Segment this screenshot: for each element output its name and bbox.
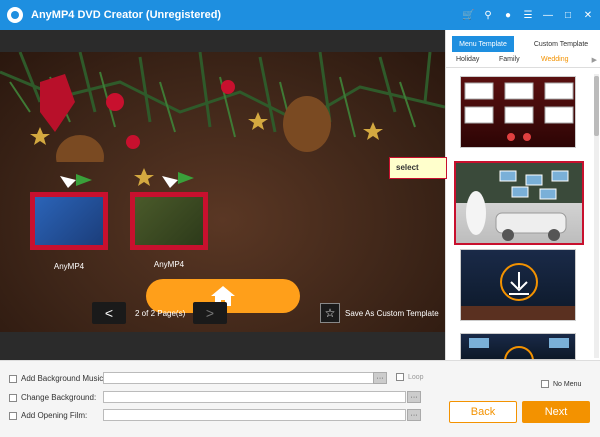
background-music-field[interactable] — [103, 372, 386, 384]
change-background-field[interactable] — [103, 391, 406, 403]
back-button[interactable]: Back — [449, 401, 517, 423]
menu-preview: AnyMP4 AnyMP4 < 2 of 2 Page(s) > ☆ Save … — [0, 30, 445, 360]
save-custom-template-link[interactable]: Save As Custom Template — [345, 309, 439, 318]
tab-custom-template[interactable]: Custom Template — [526, 36, 596, 52]
background-music-checkbox[interactable] — [9, 374, 17, 383]
category-family[interactable]: Family — [499, 56, 520, 63]
opening-film-field[interactable] — [103, 409, 406, 421]
key-icon[interactable]: ⚲ — [482, 10, 494, 21]
chapter-thumbnail-1[interactable] — [30, 192, 108, 250]
template-preview-1 — [464, 82, 574, 141]
select-tooltip: select — [389, 157, 447, 179]
loop-checkbox[interactable] — [396, 373, 404, 381]
cart-icon[interactable]: 🛒 — [462, 10, 474, 21]
chapter-thumbnail-2[interactable] — [130, 192, 208, 250]
thumbnail-label-1[interactable]: AnyMP4 — [30, 262, 108, 271]
template-thumbnail-holiday[interactable] — [460, 76, 576, 148]
no-menu-checkbox[interactable] — [541, 380, 549, 388]
opening-film-checkbox[interactable] — [9, 411, 17, 420]
no-menu-label: No Menu — [553, 380, 582, 388]
next-button[interactable]: Next — [522, 401, 590, 423]
template-thumbnail-wedding-selected[interactable] — [454, 161, 584, 245]
chat-icon[interactable]: ● — [502, 10, 514, 21]
christmas-branch-decoration — [0, 52, 445, 162]
loop-label: Loop — [408, 373, 424, 381]
titlebar-controls: 🛒 ⚲ ● ☰ — □ ✕ — [462, 0, 594, 30]
page-indicator: 2 of 2 Page(s) — [135, 309, 186, 318]
template-thumbnail-3[interactable] — [460, 249, 576, 321]
chevron-right-icon[interactable]: ▶ — [592, 56, 597, 64]
category-wedding[interactable]: Wedding — [541, 56, 569, 63]
flag-icon — [60, 174, 92, 188]
template-panel: Menu Template Custom Template Holiday Fa… — [445, 30, 600, 360]
tab-menu-template[interactable]: Menu Template — [452, 36, 514, 52]
previous-page-button[interactable]: < — [92, 302, 126, 324]
next-page-button[interactable]: > — [193, 302, 227, 324]
opening-film-label: Add Opening Film: — [21, 411, 88, 420]
option-opening-film: Add Opening Film: — [9, 411, 87, 420]
opening-film-browse-button[interactable]: ··· — [407, 409, 421, 421]
title-bar: AnyMP4 DVD Creator (Unregistered) 🛒 ⚲ ● … — [0, 0, 600, 30]
menu-icon[interactable]: ☰ — [522, 10, 534, 21]
thumbnail-image-2 — [135, 197, 203, 245]
no-menu-option: No Menu — [541, 380, 581, 388]
minimize-icon[interactable]: — — [542, 10, 554, 21]
template-preview-4 — [469, 338, 569, 359]
thumbnail-image-1 — [35, 197, 103, 245]
change-background-checkbox[interactable] — [9, 393, 17, 402]
category-holiday[interactable]: Holiday — [456, 56, 479, 63]
template-preview-2 — [456, 163, 582, 241]
background-music-label: Add Background Music: — [21, 374, 106, 383]
maximize-icon[interactable]: □ — [562, 10, 574, 21]
template-thumbnail-4[interactable] — [460, 333, 576, 360]
template-preview-3 — [461, 263, 575, 320]
change-background-label: Change Background: — [21, 393, 97, 402]
option-change-background: Change Background: — [9, 393, 96, 402]
star-icon[interactable]: ☆ — [320, 303, 340, 323]
app-logo-icon — [7, 7, 23, 23]
change-background-browse-button[interactable]: ··· — [407, 391, 421, 403]
category-row: Holiday Family Wedding ▶ — [446, 54, 600, 68]
preview-canvas: AnyMP4 AnyMP4 — [0, 52, 445, 332]
star-flag-icon — [134, 168, 194, 188]
thumbnail-label-2[interactable]: AnyMP4 — [130, 260, 208, 269]
scrollbar-thumb[interactable] — [594, 76, 599, 136]
close-icon[interactable]: ✕ — [582, 10, 594, 21]
loop-option: Loop — [396, 373, 424, 381]
app-title: AnyMP4 DVD Creator (Unregistered) — [31, 9, 222, 21]
background-music-browse-button[interactable]: ··· — [373, 372, 387, 384]
option-background-music: Add Background Music: — [9, 374, 106, 383]
